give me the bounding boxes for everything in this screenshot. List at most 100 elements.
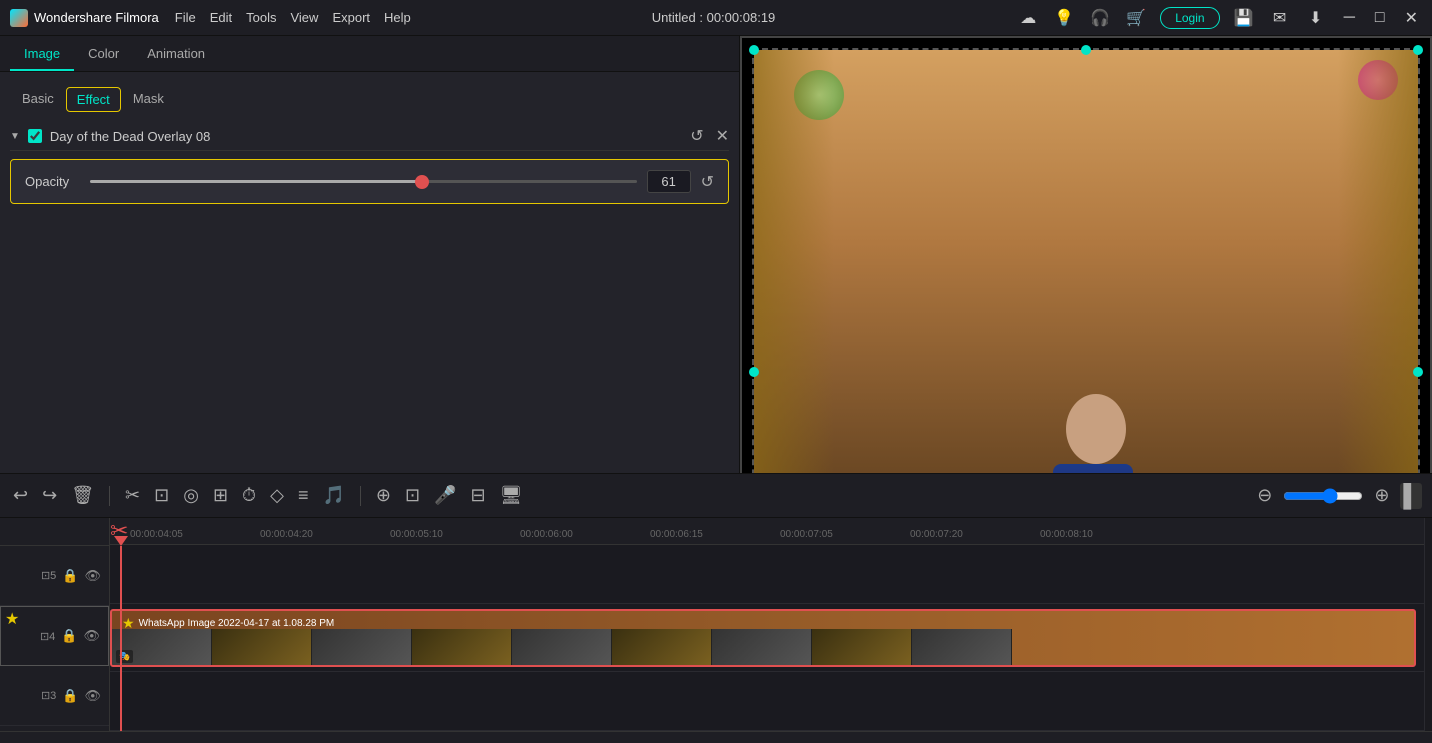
menu-help[interactable]: Help xyxy=(384,10,411,25)
app-logo: Wondershare Filmora xyxy=(10,9,159,27)
track-4-eye-icon[interactable]: 👁 xyxy=(83,628,100,644)
timeline-tracks: ⊡5 🔒 👁 ★ ⊡4 🔒 👁 ⊡3 🔒 👁 00:00:04:05 xyxy=(0,518,1432,731)
login-button[interactable]: Login xyxy=(1160,7,1219,29)
minimize-button[interactable]: ─ xyxy=(1340,9,1359,27)
handle-top-left[interactable] xyxy=(749,45,759,55)
handle-top-right[interactable] xyxy=(1413,45,1423,55)
track-3-lock-icon[interactable]: 🔒 xyxy=(62,688,78,704)
close-button[interactable]: ✕ xyxy=(1401,8,1422,28)
ruler-mark-2: 00:00:04:20 xyxy=(260,529,313,540)
opacity-value-input[interactable] xyxy=(647,170,691,193)
keyframe-button[interactable]: ◇ xyxy=(267,485,287,506)
track-4-star-icon: ★ xyxy=(5,609,19,629)
handle-left-mid[interactable] xyxy=(749,367,759,377)
effect-enabled-checkbox[interactable] xyxy=(28,129,42,143)
redo-button[interactable]: ↪ xyxy=(39,485,60,506)
color-match-button[interactable]: ≡ xyxy=(295,485,312,506)
zoom-slider[interactable] xyxy=(1283,488,1363,504)
separator-1 xyxy=(109,486,110,506)
ai-smart-button[interactable]: ◎ xyxy=(180,485,202,506)
reset-effect-icon[interactable]: ↺ xyxy=(690,126,703,146)
video-clip-main[interactable]: ★ WhatsApp Image 2022-04-17 at 1.08.28 P… xyxy=(110,609,1416,667)
ripple-icon[interactable]: ⊕ xyxy=(373,485,394,506)
effect-name: Day of the Dead Overlay 08 xyxy=(50,129,678,144)
effect-header: ▼ Day of the Dead Overlay 08 ↺ ✕ xyxy=(10,122,729,151)
crop-button[interactable]: ⊡ xyxy=(151,485,172,506)
titlebar-left: Wondershare Filmora File Edit Tools View… xyxy=(10,9,411,27)
subtab-effect[interactable]: Effect xyxy=(66,87,121,112)
opacity-reset-icon[interactable]: ↺ xyxy=(701,172,714,192)
track-row-5 xyxy=(110,545,1424,604)
track-5-label: ⊡5 xyxy=(41,569,56,582)
audio-button[interactable]: 🎵 xyxy=(319,485,347,506)
subtab-mask[interactable]: Mask xyxy=(121,85,176,112)
mic-icon[interactable]: 🎤 xyxy=(431,485,459,506)
delete-button[interactable]: 🗑 xyxy=(68,485,97,506)
cloud-icon[interactable]: ☁ xyxy=(1016,6,1040,30)
maximize-button[interactable]: □ xyxy=(1371,9,1389,27)
track-row-3 xyxy=(110,672,1424,731)
track-header-4: ★ ⊡4 🔒 👁 xyxy=(0,606,109,666)
zoom-out-icon[interactable]: ⊖ xyxy=(1254,485,1275,506)
email-icon[interactable]: ✉ xyxy=(1268,6,1292,30)
handle-right-mid[interactable] xyxy=(1413,367,1423,377)
tab-image[interactable]: Image xyxy=(10,38,74,71)
track-5-lock-icon[interactable]: 🔒 xyxy=(62,568,78,584)
transition-icon[interactable]: ⊡ xyxy=(402,485,423,506)
insert-button[interactable]: ⊞ xyxy=(210,485,231,506)
track-3-eye-icon[interactable]: 👁 xyxy=(84,688,101,704)
menu-file[interactable]: File xyxy=(175,10,196,25)
ruler-mark-1: 00:00:04:05 xyxy=(130,529,183,540)
cart-icon[interactable]: 🛒 xyxy=(1124,6,1148,30)
clip-star-icon: ★ xyxy=(122,615,135,632)
track-header-5: ⊡5 🔒 👁 xyxy=(0,546,109,606)
menu-tools[interactable]: Tools xyxy=(246,10,276,25)
track-header-3: ⊡3 🔒 👁 xyxy=(0,666,109,726)
sub-tab-bar: Basic Effect Mask xyxy=(0,72,739,112)
ruler-mark-8: 00:00:08:10 xyxy=(1040,529,1093,540)
timeline-hscrollbar[interactable] xyxy=(0,731,1432,743)
screen-icon[interactable]: 🖥 xyxy=(497,485,526,506)
menu-edit[interactable]: Edit xyxy=(210,10,232,25)
handle-top-mid[interactable] xyxy=(1081,45,1091,55)
track-4-label: ⊡4 xyxy=(40,630,55,643)
record-icon[interactable]: ⊟ xyxy=(467,485,488,506)
effect-overlay-label: 🎭 xyxy=(116,650,133,663)
ruler-mark-6: 00:00:07:05 xyxy=(780,529,833,540)
idea-icon[interactable]: 💡 xyxy=(1052,6,1076,30)
clip-thumb-6 xyxy=(612,629,712,665)
download-icon[interactable]: ⬇ xyxy=(1304,6,1328,30)
undo-button[interactable]: ↩ xyxy=(10,485,31,506)
ruler-header-spacer xyxy=(0,518,109,546)
menu-export[interactable]: Export xyxy=(332,10,370,25)
timeline-ruler: 00:00:04:05 00:00:04:20 00:00:05:10 00:0… xyxy=(110,518,1424,545)
clip-thumb-2 xyxy=(212,629,312,665)
tab-color[interactable]: Color xyxy=(74,38,133,71)
zoom-in-icon[interactable]: ⊕ xyxy=(1371,485,1392,506)
vertical-scrollbar-icon: ▌ xyxy=(1400,483,1422,509)
effect-section: ▼ Day of the Dead Overlay 08 ↺ ✕ Opacity… xyxy=(10,122,729,204)
clip-thumb-5 xyxy=(512,629,612,665)
track-headers: ⊡5 🔒 👁 ★ ⊡4 🔒 👁 ⊡3 🔒 👁 xyxy=(0,518,110,731)
project-title: Untitled : 00:00:08:19 xyxy=(652,10,776,25)
clip-label: ★ WhatsApp Image 2022-04-17 at 1.08.28 P… xyxy=(116,613,340,634)
tab-animation[interactable]: Animation xyxy=(133,38,219,71)
ruler-mark-3: 00:00:05:10 xyxy=(390,529,443,540)
cut-button[interactable]: ✂ xyxy=(122,485,143,506)
timer-button[interactable]: ⏱ xyxy=(239,485,259,506)
headset-icon[interactable]: 🎧 xyxy=(1088,6,1112,30)
track-row-4: ★ WhatsApp Image 2022-04-17 at 1.08.28 P… xyxy=(110,604,1424,672)
opacity-slider[interactable] xyxy=(90,180,637,183)
track-5-eye-icon[interactable]: 👁 xyxy=(84,568,101,584)
remove-effect-icon[interactable]: ✕ xyxy=(716,126,729,146)
collapse-triangle[interactable]: ▼ xyxy=(10,131,20,142)
opacity-row: Opacity ↺ xyxy=(10,159,729,204)
save-icon[interactable]: 💾 xyxy=(1232,6,1256,30)
subtab-basic[interactable]: Basic xyxy=(10,85,66,112)
track-4-lock-icon[interactable]: 🔒 xyxy=(61,628,77,644)
app-name: Wondershare Filmora xyxy=(34,10,159,25)
right-scrollbar[interactable] xyxy=(1424,518,1432,731)
clip-thumb-7 xyxy=(712,629,812,665)
playhead[interactable]: ✂ xyxy=(120,546,122,731)
menu-view[interactable]: View xyxy=(290,10,318,25)
